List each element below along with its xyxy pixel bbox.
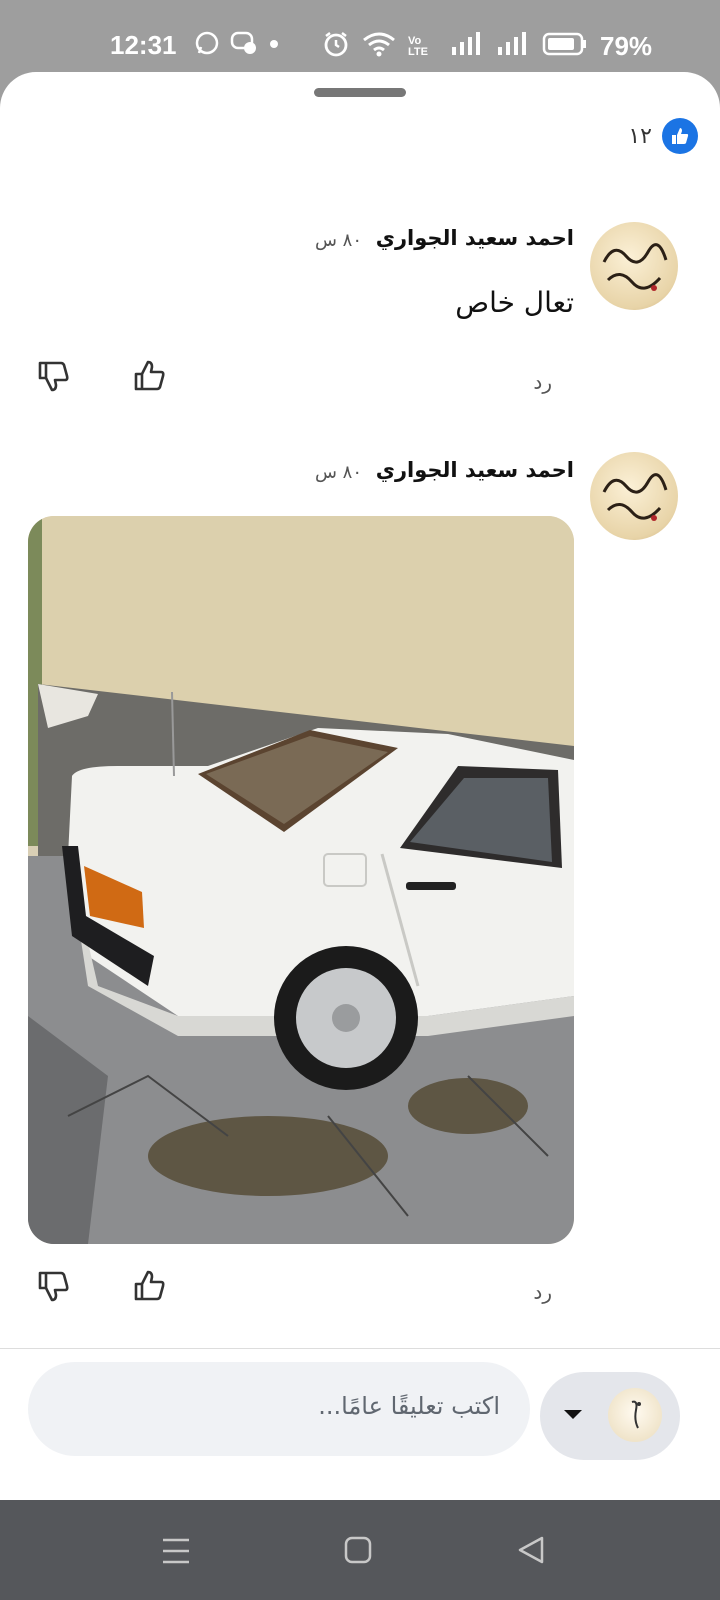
system-nav-bar [0,1500,720,1600]
comment-photo[interactable] [28,516,574,1244]
dislike-icon[interactable] [36,1268,72,1308]
reply-button[interactable]: رد [533,370,552,394]
like-icon[interactable] [132,358,168,398]
avatar [608,1388,662,1442]
status-time: 12:31 [110,30,177,60]
like-count: ١٢ [628,123,652,149]
network-label: Vo LTE [408,34,428,58]
signal-icon [496,31,530,62]
signal-icon [450,31,484,62]
notification-dot [268,37,280,55]
reply-button[interactable]: رد [533,1280,552,1304]
chevron-down-icon [562,1406,584,1426]
alarm-icon [322,30,350,63]
comment-author[interactable]: احمد سعيد الجواري [376,226,574,250]
reaction-summary[interactable]: ١٢ [628,118,698,154]
composer-divider [0,1348,720,1349]
whatsapp-icon [194,30,220,61]
comment-as-selector[interactable] [540,1372,680,1460]
like-icon[interactable] [132,1268,168,1308]
messenger-icon [230,30,258,61]
avatar[interactable] [590,222,678,310]
comment-input[interactable]: اكتب تعليقًا عامًا... [28,1362,530,1456]
comment-author[interactable]: احمد سعيد الجواري [376,458,574,482]
battery-icon [542,31,588,62]
avatar[interactable] [590,452,678,540]
drag-handle[interactable] [314,88,406,97]
comment-text: تعال خاص [455,286,574,319]
back-icon[interactable] [516,1534,548,1570]
comment-time: ٨٠ س [314,230,362,251]
home-icon[interactable] [342,1534,374,1570]
comment-input-placeholder: اكتب تعليقًا عامًا... [318,1392,500,1420]
menu-icon[interactable] [160,1536,192,1570]
comment-time: ٨٠ س [314,462,362,483]
battery-percent: 79% [600,31,653,61]
comments-sheet: ١٢ احمد سعيد الجواري ٨٠ س تعال خاص رد اح… [0,72,720,1500]
wifi-icon [362,31,396,62]
like-icon [662,118,698,154]
dislike-icon[interactable] [36,358,72,398]
